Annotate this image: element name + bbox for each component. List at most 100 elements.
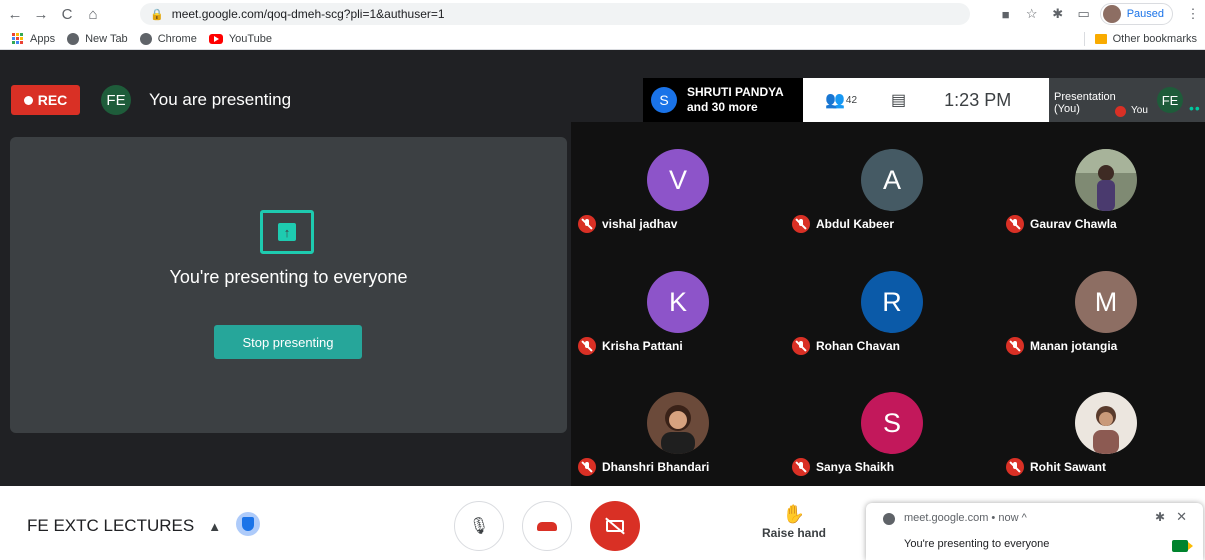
chat-button[interactable]: ▤	[891, 90, 906, 110]
security-shield-icon[interactable]	[236, 512, 260, 536]
leave-call-button[interactable]	[522, 501, 572, 551]
clock: 1:23 PM	[944, 89, 1012, 110]
bookmark-chrome[interactable]: Chrome	[139, 32, 197, 45]
close-icon[interactable]: ✕	[1176, 509, 1187, 525]
divider	[1083, 32, 1085, 46]
mic-off-icon	[1006, 337, 1024, 355]
reload-icon[interactable]: C	[56, 3, 78, 25]
bookmark-label: Apps	[30, 32, 56, 45]
record-dot-icon	[23, 95, 33, 105]
menu-icon[interactable]: ⋮	[1181, 2, 1205, 26]
participant-tile[interactable]: Gaurav Chawla	[999, 122, 1205, 243]
bookmark-new-tab[interactable]: New Tab	[67, 32, 128, 45]
meeting-details-button[interactable]: FE EXTC LECTURES ▲	[27, 516, 221, 536]
participant-name: vishal jadhav	[602, 217, 678, 231]
profile-button[interactable]: Paused	[1099, 3, 1173, 25]
notification-toast[interactable]: meet.google.com • now ^ ✱ ✕ You're prese…	[866, 503, 1203, 560]
profile-status: Paused	[1126, 8, 1164, 20]
participant-tile[interactable]: V vishal jadhav	[571, 122, 783, 243]
avatar: M	[1075, 271, 1137, 333]
active-speaker[interactable]: S SHRUTI PANDYA and 30 more	[643, 78, 803, 122]
participant-name: Rohan Chavan	[816, 339, 901, 353]
apps-grid-icon	[12, 32, 24, 45]
gear-icon[interactable]: ✱	[1155, 510, 1165, 524]
people-button[interactable]: 👥 42	[825, 90, 857, 110]
meet-info-panel: 👥 42 ▤ 1:23 PM	[803, 78, 1049, 122]
chat-icon: ▤	[891, 92, 907, 109]
browser-toolbar: ← → C ⌂ 🔒 meet.google.com/qoq-dmeh-scg?p…	[0, 0, 1205, 28]
participant-tile[interactable]: K Krisha Pattani	[571, 244, 783, 365]
lock-icon: 🔒	[150, 8, 164, 21]
chevron-up-icon: ▲	[208, 518, 222, 534]
participant-name: Gaurav Chawla	[1030, 217, 1117, 231]
more-dots-icon[interactable]: ••	[1189, 100, 1201, 116]
bookmark-youtube[interactable]: YouTube	[208, 32, 273, 45]
star-icon[interactable]: ☆	[1020, 2, 1044, 26]
camera-indicator-icon[interactable]: ■	[994, 2, 1018, 26]
avatar: V	[647, 149, 709, 211]
microphone-icon: 🎙	[468, 518, 490, 535]
toolbar-right: ■ ☆ ✱ ▭ Paused ⋮	[992, 0, 1205, 28]
mic-off-icon	[578, 215, 596, 233]
meeting-name: FE EXTC LECTURES	[27, 516, 195, 535]
avatar: R	[861, 271, 923, 333]
participant-grid: V vishal jadhav A Abdul Kabeer Gaurav Ch…	[571, 122, 1205, 486]
camera-button[interactable]	[590, 501, 640, 551]
camera-off-icon	[606, 520, 624, 532]
avatar	[647, 392, 709, 454]
participant-name: Manan jotangia	[1030, 339, 1118, 353]
presenting-message: You're presenting to everyone	[169, 267, 408, 287]
chrome-icon	[883, 513, 895, 525]
raise-hand-button[interactable]: ✋ Raise hand	[758, 504, 830, 540]
bookmark-label: YouTube	[228, 32, 273, 45]
speaker-more: and 30 more	[687, 100, 758, 114]
avatar: S	[861, 392, 923, 454]
forward-icon[interactable]: →	[30, 3, 52, 25]
raise-hand-label: Raise hand	[761, 526, 827, 540]
participant-name: Abdul Kabeer	[816, 217, 895, 231]
participant-name: Dhanshri Bhandari	[602, 460, 710, 474]
avatar	[1075, 149, 1137, 211]
browser-chrome: ← → C ⌂ 🔒 meet.google.com/qoq-dmeh-scg?p…	[0, 0, 1205, 50]
participant-tile[interactable]: R Rohan Chavan	[785, 244, 997, 365]
rec-label: REC	[37, 92, 68, 108]
hang-up-icon	[537, 521, 557, 531]
microphone-button[interactable]: 🎙	[454, 501, 504, 551]
participant-tile[interactable]: S Sanya Shaikh	[785, 365, 997, 486]
presentation-label-line2: (You)	[1054, 103, 1080, 115]
back-icon[interactable]: ←	[4, 3, 26, 25]
bookmark-apps[interactable]: Apps	[12, 32, 56, 45]
avatar	[1075, 392, 1137, 454]
mic-off-icon	[578, 458, 596, 476]
home-icon[interactable]: ⌂	[82, 3, 104, 25]
hand-icon: ✋	[782, 504, 806, 524]
folder-icon	[1094, 34, 1107, 44]
mic-off-icon	[792, 337, 810, 355]
participant-tile[interactable]: Dhanshri Bhandari	[571, 365, 783, 486]
mic-off-icon	[1006, 215, 1024, 233]
bookmark-label: Chrome	[157, 32, 197, 45]
youtube-icon	[208, 33, 223, 44]
participant-tile[interactable]: A Abdul Kabeer	[785, 122, 997, 243]
participant-count: 42	[845, 94, 858, 106]
notification-source: meet.google.com • now ^	[904, 512, 1027, 524]
presentation-tile[interactable]: Presentation (You) You FE ••	[1049, 78, 1205, 122]
cast-icon[interactable]: ▭	[1072, 2, 1096, 26]
participant-tile[interactable]: M Manan jotangia	[999, 244, 1205, 365]
presentation-label: Presentation (You)	[1054, 91, 1116, 115]
you-label: You	[1131, 105, 1148, 116]
extensions-icon[interactable]: ✱	[1046, 2, 1070, 26]
address-bar[interactable]: 🔒 meet.google.com/qoq-dmeh-scg?pli=1&aut…	[140, 3, 970, 25]
stop-presenting-button[interactable]: Stop presenting	[214, 325, 362, 359]
main-area: ↑ Stop presenting You're presenting to e…	[0, 122, 1205, 486]
participant-name: Sanya Shaikh	[816, 460, 895, 474]
participant-tile[interactable]: Rohit Sawant	[999, 365, 1205, 486]
presentation-label-line1: Presentation	[1054, 91, 1116, 103]
other-bookmarks[interactable]: Other bookmarks	[1083, 28, 1197, 50]
recording-badge[interactable]: REC	[11, 85, 80, 115]
participant-name: Krisha Pattani	[602, 339, 683, 353]
bookmarks-bar: Apps New Tab Chrome YouTube Other bookma…	[0, 28, 1205, 50]
avatar: FE	[1157, 87, 1183, 113]
mic-off-icon	[792, 215, 810, 233]
mic-off-icon	[792, 458, 810, 476]
